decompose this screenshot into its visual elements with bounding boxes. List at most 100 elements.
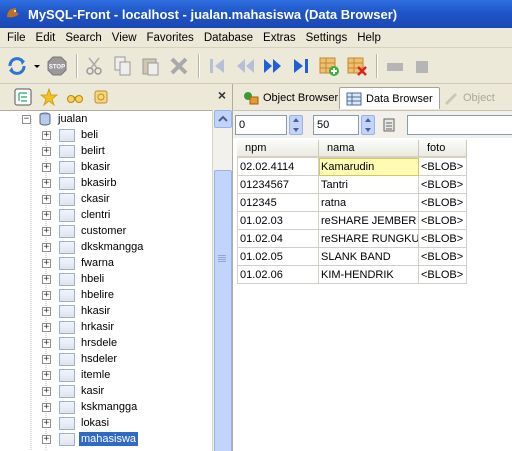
quick-search-button[interactable] xyxy=(90,87,112,107)
tree-table-node[interactable]: + lokasi xyxy=(42,415,111,431)
cell-nama[interactable]: reSHARE RUNGKU xyxy=(319,230,419,248)
expand-icon[interactable]: + xyxy=(42,242,51,252)
table-row[interactable]: 01.02.03 reSHARE JEMBER <BLOB> xyxy=(237,212,467,230)
expand-icon[interactable]: + xyxy=(42,146,51,156)
tab-data-browser[interactable]: Data Browser xyxy=(339,87,440,109)
scroll-up-button[interactable] xyxy=(214,110,232,128)
post-button[interactable] xyxy=(382,53,408,79)
cell-foto[interactable]: <BLOB> xyxy=(419,248,467,266)
cell-nama[interactable]: KIM-HENDRIK xyxy=(319,266,419,284)
menu-extras[interactable]: Extras xyxy=(258,32,301,44)
menu-view[interactable]: View xyxy=(107,32,142,44)
next-record-button[interactable] xyxy=(260,53,286,79)
expand-icon[interactable]: + xyxy=(42,258,51,268)
tree-scrollbar[interactable] xyxy=(212,110,232,451)
cell-foto[interactable]: <BLOB> xyxy=(419,158,467,176)
limit-spinner[interactable] xyxy=(361,115,375,135)
expand-icon[interactable]: + xyxy=(42,354,51,364)
expand-icon[interactable]: + xyxy=(42,130,51,140)
expand-icon[interactable]: + xyxy=(42,418,51,428)
tree-table-node[interactable]: + hbelire xyxy=(42,287,116,303)
cancel-button[interactable] xyxy=(410,53,436,79)
scroll-thumb[interactable] xyxy=(214,170,232,451)
expand-icon[interactable]: + xyxy=(42,178,51,188)
cell-npm[interactable]: 01.02.03 xyxy=(237,212,319,230)
menu-search[interactable]: Search xyxy=(60,32,106,44)
tree-table-node[interactable]: + clentri xyxy=(42,207,112,223)
tree-table-node[interactable]: + hrsdele xyxy=(42,335,119,351)
favorites-button[interactable] xyxy=(38,87,60,107)
cell-foto[interactable]: <BLOB> xyxy=(419,230,467,248)
collapse-icon[interactable]: − xyxy=(22,114,31,124)
table-row[interactable]: 012345 ratna <BLOB> xyxy=(237,194,467,212)
menu-favorites[interactable]: Favorites xyxy=(142,32,199,44)
table-row[interactable]: 02.02.4114 Kamarudin <BLOB> xyxy=(237,158,467,176)
cell-foto[interactable]: <BLOB> xyxy=(419,194,467,212)
table-row[interactable]: 01.02.06 KIM-HENDRIK <BLOB> xyxy=(237,266,467,284)
tree-table-node[interactable]: + itemle xyxy=(42,367,112,383)
expand-icon[interactable]: + xyxy=(42,162,51,172)
menu-settings[interactable]: Settings xyxy=(301,32,353,44)
cell-npm[interactable]: 01234567 xyxy=(237,176,319,194)
limit-input[interactable]: 50 xyxy=(313,115,359,135)
table-row[interactable]: 01.02.05 SLANK BAND <BLOB> xyxy=(237,248,467,266)
tree-table-node[interactable]: + fwarna xyxy=(42,255,116,271)
offset-input[interactable]: 0 xyxy=(235,115,287,135)
column-header-nama[interactable]: nama xyxy=(319,140,419,158)
tree-table-node[interactable]: + customer xyxy=(42,223,128,239)
sql-history-button[interactable] xyxy=(64,87,86,107)
apply-limit-button[interactable] xyxy=(379,115,399,135)
tree-view-button[interactable] xyxy=(12,87,34,107)
expand-icon[interactable]: + xyxy=(42,338,51,348)
expand-icon[interactable]: + xyxy=(42,306,51,316)
tree-table-node[interactable]: + hbeli xyxy=(42,271,106,287)
expand-icon[interactable]: + xyxy=(42,274,51,284)
tree-table-node[interactable]: + belirt xyxy=(42,143,107,159)
expand-icon[interactable]: + xyxy=(42,226,51,236)
refresh-button[interactable] xyxy=(4,53,30,79)
tree-table-node[interactable]: + kasir xyxy=(42,383,106,399)
cell-nama[interactable]: SLANK BAND xyxy=(319,248,419,266)
cell-foto[interactable]: <BLOB> xyxy=(419,212,467,230)
first-record-button[interactable] xyxy=(204,53,230,79)
expand-icon[interactable]: + xyxy=(42,386,51,396)
tree-database-node[interactable]: − jualan xyxy=(22,111,89,127)
cell-nama[interactable]: ratna xyxy=(319,194,419,212)
cell-npm[interactable]: 01.02.04 xyxy=(237,230,319,248)
table-row[interactable]: 01234567 Tantri <BLOB> xyxy=(237,176,467,194)
tree-table-node[interactable]: + dkskmangga xyxy=(42,239,145,255)
cell-npm[interactable]: 01.02.05 xyxy=(237,248,319,266)
menu-file[interactable]: File xyxy=(2,32,31,44)
prior-record-button[interactable] xyxy=(232,53,258,79)
tree-table-node[interactable]: + hrkasir xyxy=(42,319,116,335)
delete-button[interactable] xyxy=(166,53,192,79)
cell-npm[interactable]: 012345 xyxy=(237,194,319,212)
tab-object-browser[interactable]: Object Browser xyxy=(237,87,344,109)
cell-foto[interactable]: <BLOB> xyxy=(419,176,467,194)
tree-table-node[interactable]: + hkasir xyxy=(42,303,112,319)
table-row[interactable]: 01.02.04 reSHARE RUNGKU <BLOB> xyxy=(237,230,467,248)
cell-nama[interactable]: Tantri xyxy=(319,176,419,194)
tree-table-node[interactable]: + hsdeler xyxy=(42,351,119,367)
insert-record-button[interactable] xyxy=(316,53,342,79)
expand-icon[interactable]: + xyxy=(42,210,51,220)
menu-database[interactable]: Database xyxy=(199,32,258,44)
paste-button[interactable] xyxy=(138,53,164,79)
menu-help[interactable]: Help xyxy=(352,32,386,44)
menu-edit[interactable]: Edit xyxy=(31,32,61,44)
tree-table-node[interactable]: + mahasiswa xyxy=(42,431,139,447)
cell-npm[interactable]: 02.02.4114 xyxy=(237,158,319,176)
tree-table-node[interactable]: + kskmangga xyxy=(42,399,139,415)
copy-button[interactable] xyxy=(110,53,136,79)
expand-icon[interactable]: + xyxy=(42,370,51,380)
tree-table-node[interactable]: + bkasirb xyxy=(42,175,118,191)
close-sidebar-icon[interactable]: × xyxy=(218,87,226,103)
cell-nama[interactable]: reSHARE JEMBER xyxy=(319,212,419,230)
expand-icon[interactable]: + xyxy=(42,194,51,204)
stop-button[interactable]: STOP xyxy=(44,53,70,79)
expand-icon[interactable]: + xyxy=(42,402,51,412)
tree-table-node[interactable]: + beli xyxy=(42,127,100,143)
refresh-dropdown[interactable] xyxy=(32,53,42,79)
last-record-button[interactable] xyxy=(288,53,314,79)
tree-table-node[interactable]: + bkasir xyxy=(42,159,112,175)
